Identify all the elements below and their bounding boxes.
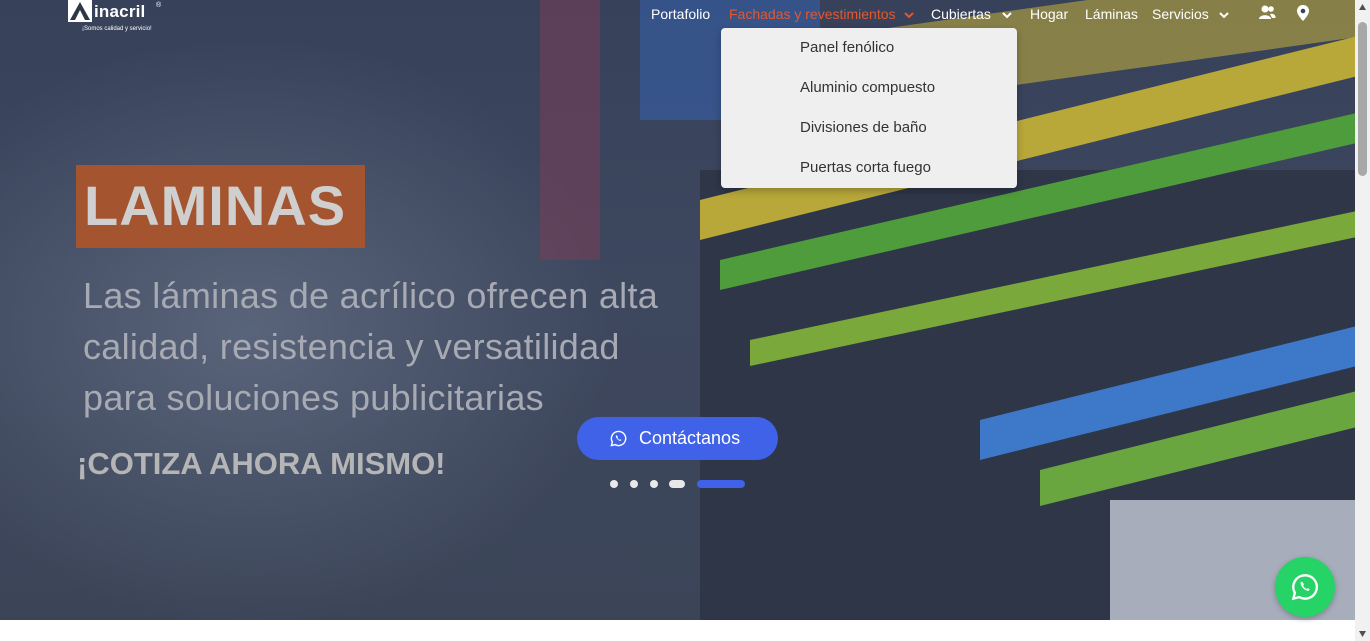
chevron-down-icon[interactable] [1218,10,1230,20]
slider-dot-active[interactable] [697,480,745,488]
fachadas-dropdown-menu: Panel fenólico Aluminio compuesto Divisi… [721,28,1017,188]
hero-title: LAMINAS [84,174,347,237]
chevron-down-icon[interactable] [1001,10,1013,20]
page-below-hero [0,620,1355,641]
contact-button[interactable]: Contáctanos [577,417,778,460]
whatsapp-icon [610,430,627,447]
dropdown-item-aluminio-compuesto[interactable]: Aluminio compuesto [800,79,935,96]
slider-dot[interactable] [610,480,618,488]
nav-item-cubiertas[interactable]: Cubiertas [931,6,991,22]
scrollbar-thumb[interactable] [1358,22,1367,176]
dropdown-item-puertas-corta-fuego[interactable]: Puertas corta fuego [800,159,931,176]
whatsapp-floating-button[interactable] [1275,557,1335,617]
nav-item-servicios[interactable]: Servicios [1152,6,1209,22]
main-nav: Portafolio Fachadas y revestimientos Cub… [0,0,1355,30]
nav-item-hogar[interactable]: Hogar [1030,6,1068,22]
contact-button-label: Contáctanos [639,428,741,448]
users-icon[interactable] [1258,4,1276,22]
chevron-down-icon[interactable] [903,10,915,20]
scroll-down-arrow-icon[interactable] [1359,631,1366,637]
hero-text-line: para soluciones publicitarias [83,377,544,418]
hero-title-badge: LAMINAS [76,165,365,248]
dropdown-item-panel-fenolico[interactable]: Panel fenólico [800,39,894,56]
page-scrollbar[interactable] [1355,0,1370,641]
location-pin-icon[interactable] [1294,4,1312,22]
hero-cta-text: ¡COTIZA AHORA MISMO! [77,446,446,481]
dropdown-item-divisiones-bano[interactable]: Divisiones de baño [800,119,927,136]
hero-text-line: Las láminas de acrílico ofrecen alta [83,275,659,316]
nav-item-portafolio[interactable]: Portafolio [651,6,710,22]
whatsapp-icon [1291,574,1318,601]
scroll-up-arrow-icon[interactable] [1359,4,1366,10]
slider-dot[interactable] [650,480,658,488]
decor-panel-red [540,0,600,260]
nav-item-laminas[interactable]: Láminas [1085,6,1138,22]
slider-dot[interactable] [669,480,685,488]
nav-item-fachadas[interactable]: Fachadas y revestimientos [729,6,896,22]
slider-dot[interactable] [630,480,638,488]
hero-text-line: calidad, resistencia y versatilidad [83,326,620,367]
